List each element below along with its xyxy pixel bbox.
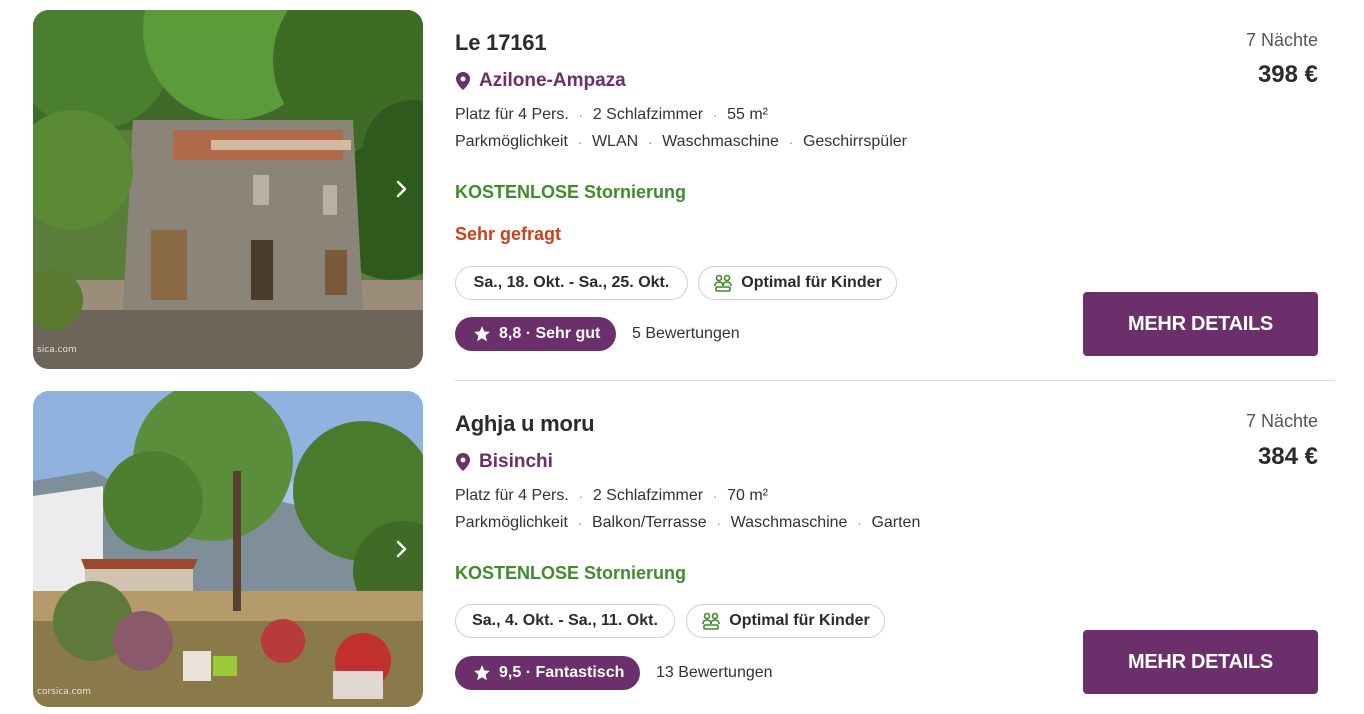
feature-item: 2 Schlafzimmer xyxy=(592,487,704,504)
separator-dot: · xyxy=(716,515,721,531)
feature-item: Parkmöglichkeit xyxy=(455,133,568,150)
feature-item: Platz für 4 Pers. xyxy=(455,106,569,123)
feature-item: Balkon/Terrasse xyxy=(591,514,707,531)
review-count[interactable]: 13 Bewertungen xyxy=(656,664,773,682)
kids-friendly-label: Optimal für Kinder xyxy=(741,274,882,291)
total-price: 398 € xyxy=(1257,61,1318,88)
nights-count: 7 Nächte xyxy=(1245,411,1318,431)
separator-dot: · xyxy=(578,488,584,504)
listing-card[interactable]: sica.com Le 17161 Azilone-Ampaza Platz f… xyxy=(0,0,1364,381)
capacity-features: Platz für 4 Pers. · 2 Schlafzimmer · 70 … xyxy=(455,487,768,505)
listing-title[interactable]: Le 17161 xyxy=(455,30,547,56)
listing-location: Bisinchi xyxy=(456,451,553,473)
kids-friendly-pill: Optimal für Kinder xyxy=(686,604,885,638)
chevron-right-icon[interactable] xyxy=(389,176,415,202)
date-range-pill[interactable]: Sa., 4. Okt. - Sa., 11. Okt. xyxy=(455,604,675,638)
date-range-pill[interactable]: Sa., 18. Okt. - Sa., 25. Okt. xyxy=(455,266,688,300)
rating-badge: 8,8 · Sehr gut xyxy=(455,317,617,351)
family-icon xyxy=(701,612,721,630)
feature-item: Waschmaschine xyxy=(662,133,779,150)
family-icon xyxy=(713,274,733,292)
feature-item: Parkmöglichkeit xyxy=(455,514,568,531)
listing-location: Azilone-Ampaza xyxy=(456,70,626,92)
feature-item: Geschirrspüler xyxy=(802,133,907,150)
more-details-button[interactable]: MEHR DETAILS xyxy=(1083,292,1318,356)
listing-photo[interactable]: sica.com xyxy=(33,10,423,369)
kids-friendly-label: Optimal für Kinder xyxy=(729,612,870,629)
rating-label: 8,8 · Sehr gut xyxy=(499,325,601,342)
star-icon xyxy=(474,326,490,342)
kids-friendly-pill: Optimal für Kinder xyxy=(698,266,897,300)
high-demand-label: Sehr gefragt xyxy=(455,224,562,244)
separator-dot: · xyxy=(578,107,584,123)
listing-title[interactable]: Aghja u moru xyxy=(455,411,595,437)
listing-photo[interactable]: corsica.com xyxy=(33,391,423,707)
listing-card[interactable]: corsica.com Aghja u moru Bisinchi Platz … xyxy=(0,381,1364,714)
total-price: 384 € xyxy=(1257,443,1318,470)
star-icon xyxy=(474,665,490,681)
photo-watermark: corsica.com xyxy=(37,687,91,697)
separator-dot: · xyxy=(577,134,583,150)
photo-watermark: sica.com xyxy=(37,345,77,355)
feature-item: Waschmaschine xyxy=(730,514,848,531)
rating-badge: 9,5 · Fantastisch xyxy=(455,656,641,690)
amenity-features: Parkmöglichkeit · WLAN · Waschmaschine ·… xyxy=(455,133,907,151)
feature-item: 55 m² xyxy=(727,106,768,123)
feature-item: 70 m² xyxy=(727,487,768,504)
free-cancellation-label: KOSTENLOSE Stornierung xyxy=(455,182,687,202)
amenity-features: Parkmöglichkeit · Balkon/Terrasse · Wasc… xyxy=(455,514,920,532)
separator-dot: · xyxy=(788,134,794,150)
capacity-features: Platz für 4 Pers. · 2 Schlafzimmer · 55 … xyxy=(455,106,768,124)
garden-house-photo xyxy=(33,391,423,707)
separator-dot: · xyxy=(647,134,653,150)
stone-house-photo xyxy=(33,10,423,369)
nights-count: 7 Nächte xyxy=(1245,30,1318,50)
location-pin-icon xyxy=(456,453,470,471)
rating-label: 9,5 · Fantastisch xyxy=(499,664,625,681)
feature-item: Platz für 4 Pers. xyxy=(455,487,569,504)
free-cancellation-label: KOSTENLOSE Stornierung xyxy=(455,563,687,583)
location-label: Azilone-Ampaza xyxy=(479,70,626,91)
separator-dot: · xyxy=(712,107,718,123)
chevron-right-icon[interactable] xyxy=(389,536,415,562)
location-pin-icon xyxy=(456,72,470,90)
separator-dot: · xyxy=(577,515,583,531)
feature-item: WLAN xyxy=(591,133,639,150)
review-count[interactable]: 5 Bewertungen xyxy=(632,325,740,343)
more-details-button[interactable]: MEHR DETAILS xyxy=(1083,630,1318,694)
feature-item: 2 Schlafzimmer xyxy=(592,106,704,123)
separator-dot: · xyxy=(857,515,862,531)
location-label: Bisinchi xyxy=(479,451,553,472)
separator-dot: · xyxy=(712,488,718,504)
feature-item: Garten xyxy=(871,514,921,531)
